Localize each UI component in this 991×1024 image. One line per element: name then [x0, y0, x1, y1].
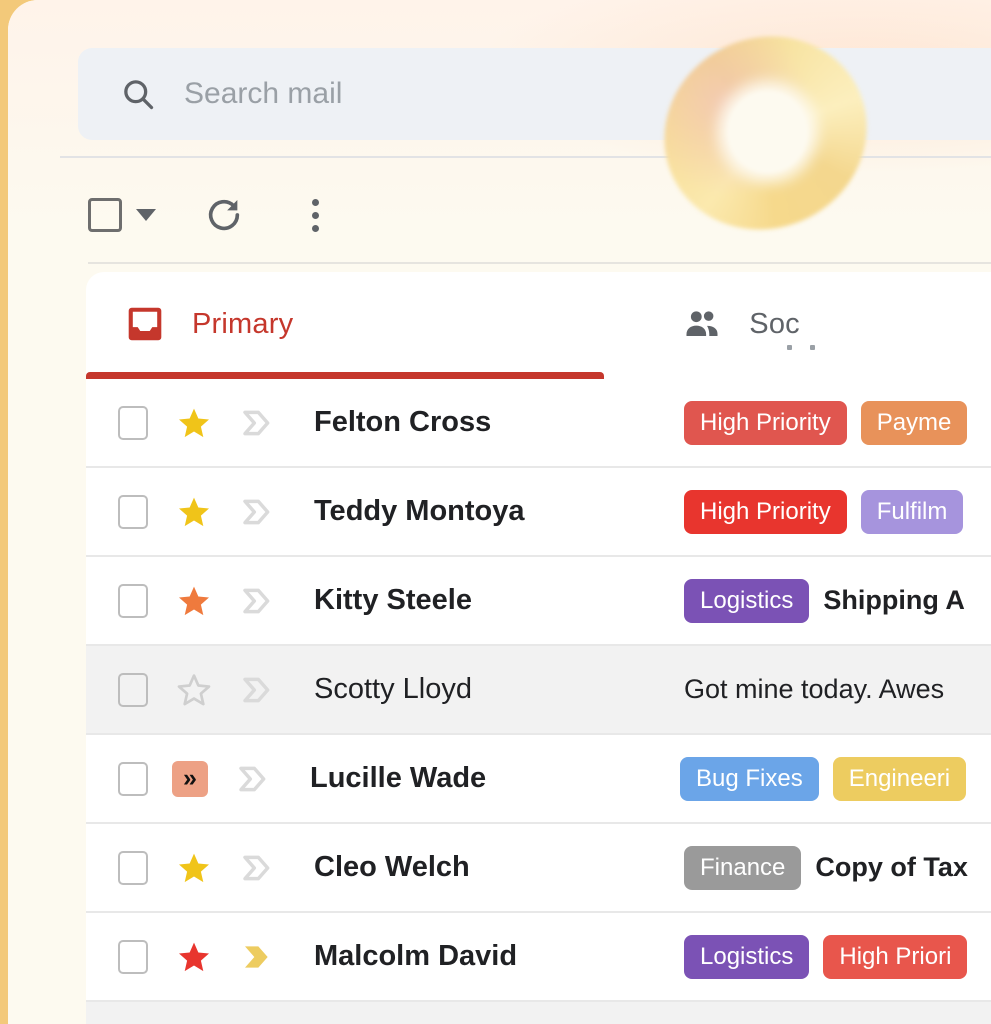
row-checkbox[interactable] [118, 850, 148, 885]
email-content: High Priority Payme [684, 400, 991, 445]
refresh-button[interactable] [204, 195, 244, 235]
app-surface: Primary Soc Felton Cross High Priority Pay… [8, 0, 991, 1024]
email-sender: Lucille Wade [310, 762, 487, 794]
email-label-chip[interactable]: Engineeri [832, 756, 967, 801]
tab-social[interactable]: Soc [683, 272, 816, 376]
more-vertical-icon [311, 211, 319, 219]
row-checkbox[interactable] [118, 761, 148, 796]
star-icon[interactable] [176, 405, 212, 441]
toolbar-divider [88, 262, 991, 264]
email-row[interactable]: Scotty Lloyd Got mine today. Awes [86, 646, 991, 735]
important-chevron-icon[interactable] [238, 407, 276, 439]
more-vertical-icon [311, 198, 319, 206]
email-subject: Got mine today. Awes [684, 674, 945, 704]
category-tabs: Primary Soc [86, 272, 991, 379]
select-all-checkbox[interactable] [88, 198, 122, 232]
star-icon[interactable] [176, 494, 212, 530]
row-checkbox[interactable] [118, 939, 148, 974]
more-vertical-icon [311, 224, 319, 232]
email-sender: Kitty Steele [314, 584, 472, 616]
search-input[interactable] [184, 77, 884, 111]
chevron-down-icon[interactable] [136, 209, 156, 221]
email-sender: Felton Cross [314, 406, 492, 438]
email-row[interactable] [86, 1002, 991, 1024]
row-checkbox[interactable] [118, 494, 148, 529]
email-sender: Malcolm David [314, 940, 518, 972]
important-chevron-icon[interactable] [238, 674, 276, 706]
email-content: Got mine today. Awes [684, 674, 991, 705]
email-row[interactable]: Cleo Welch Finance Copy of Tax [86, 824, 991, 913]
star-icon[interactable] [176, 850, 212, 886]
search-box[interactable] [78, 48, 991, 140]
search-icon[interactable] [120, 76, 156, 112]
email-label-chip[interactable]: Finance [684, 845, 802, 890]
email-sender: Scotty Lloyd [314, 673, 472, 705]
star-icon[interactable] [176, 939, 212, 975]
email-label-chip[interactable]: High Priority [684, 489, 847, 534]
row-checkbox[interactable] [118, 405, 148, 440]
email-label-chip[interactable]: Logistics [684, 934, 810, 979]
important-chevron-icon[interactable] [238, 585, 276, 617]
row-checkbox[interactable] [118, 583, 148, 618]
active-tab-underline [86, 372, 604, 379]
email-label-chip[interactable]: Fulfilm [860, 489, 964, 534]
email-label-chip[interactable]: Payme [860, 400, 968, 445]
important-chevron-icon[interactable] [238, 496, 276, 528]
mail-card: Primary Soc Felton Cross High Priority Pay… [86, 272, 991, 1024]
tab-primary-label: Primary [192, 307, 294, 340]
tab-social-label: Soc [749, 307, 800, 340]
double-chevron-badge-icon[interactable]: » [172, 760, 208, 797]
star-icon[interactable] [176, 672, 212, 708]
email-content: Finance Copy of Tax [684, 845, 991, 890]
email-content: Bug Fixes Engineeri [680, 756, 991, 801]
email-row[interactable]: Felton Cross High Priority Payme [86, 379, 991, 468]
email-row[interactable]: » Lucille Wade Bug Fixes Engineeri [86, 735, 991, 824]
more-options-button[interactable] [300, 195, 330, 235]
header-divider [60, 156, 991, 158]
people-icon [686, 311, 718, 337]
tab-social-dots-icon [787, 345, 816, 350]
email-subject: Shipping A [823, 585, 965, 615]
email-row[interactable]: Teddy Montoya High Priority Fulfilm [86, 468, 991, 557]
search-bar [78, 48, 991, 140]
email-content: Logistics Shipping A [684, 578, 991, 623]
email-row[interactable]: Kitty Steele Logistics Shipping A [86, 557, 991, 646]
email-subject: Copy of Tax [815, 852, 968, 882]
important-chevron-icon[interactable] [238, 941, 276, 973]
important-chevron-icon[interactable] [238, 852, 276, 884]
inbox-icon [128, 307, 162, 341]
email-list: Felton Cross High Priority Payme Teddy Mont… [86, 379, 991, 1024]
important-chevron-icon[interactable] [234, 763, 272, 795]
email-label-chip[interactable]: Logistics [684, 578, 810, 623]
email-label-chip[interactable]: Bug Fixes [680, 756, 819, 801]
email-content: High Priority Fulfilm [684, 489, 991, 534]
email-content: Logistics High Priori [684, 934, 991, 979]
tab-primary[interactable]: Primary [126, 272, 293, 376]
row-checkbox[interactable] [118, 672, 148, 707]
star-icon[interactable] [176, 583, 212, 619]
email-label-chip[interactable]: High Priori [823, 934, 968, 979]
email-sender: Teddy Montoya [314, 495, 525, 527]
email-label-chip[interactable]: High Priority [684, 400, 847, 445]
email-row[interactable]: Malcolm David Logistics High Priori [86, 913, 991, 1002]
mail-toolbar [88, 182, 330, 248]
email-sender: Cleo Welch [314, 851, 470, 883]
refresh-icon [208, 199, 240, 231]
